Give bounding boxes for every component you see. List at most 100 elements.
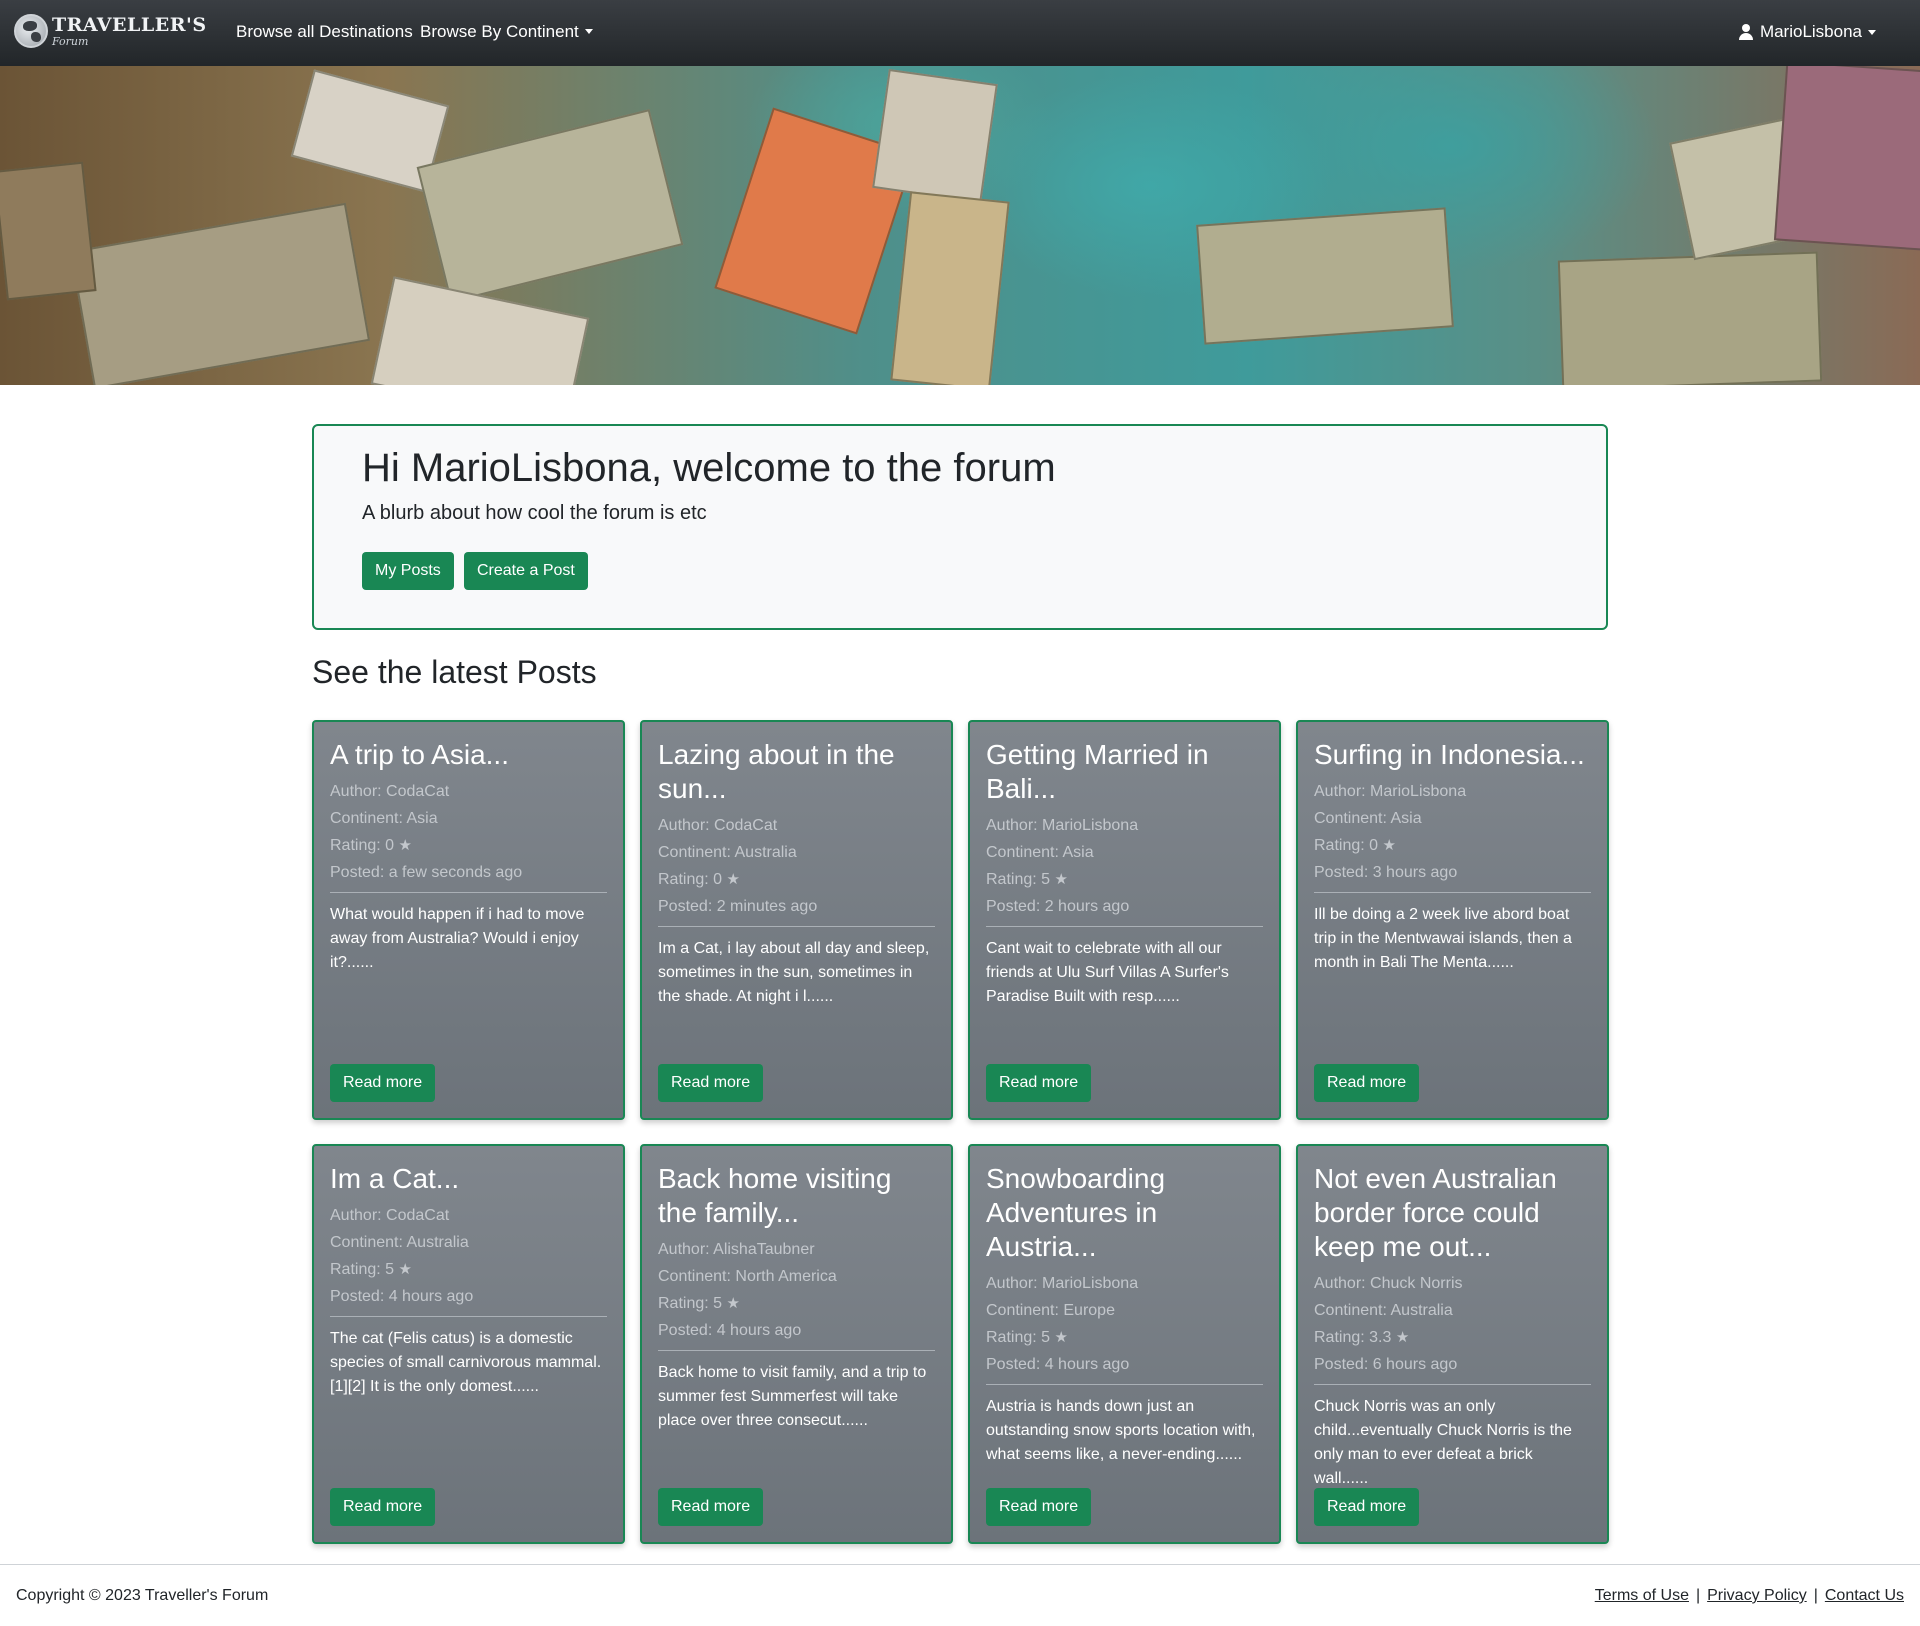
star-icon: ★ — [1054, 1329, 1068, 1346]
post-continent: Continent: Australia — [330, 1234, 469, 1251]
post-rating: Rating: 3.3 ★ — [1314, 1329, 1410, 1346]
user-icon — [1738, 24, 1753, 40]
read-more-button[interactable]: Read more — [986, 1064, 1092, 1102]
top-navbar: TRAVELLER'S Forum Browse all Destination… — [0, 0, 1920, 66]
post-author: Author: CodaCat — [658, 817, 778, 834]
post-continent: Continent: Europe — [986, 1302, 1115, 1319]
post-excerpt: Ill be doing a 2 week live abord boat tr… — [1314, 906, 1572, 971]
post-excerpt: Chuck Norris was an only child...eventua… — [1314, 1398, 1572, 1487]
nav-browse-by-continent-dropdown[interactable]: Browse By Continent — [420, 22, 593, 42]
post-posted-time: Posted: 4 hours ago — [986, 1356, 1130, 1373]
post-continent: Continent: North America — [658, 1268, 837, 1285]
chevron-down-icon — [584, 29, 593, 34]
post-excerpt: Austria is hands down just an outstandin… — [986, 1398, 1256, 1463]
card-divider — [330, 892, 607, 893]
post-continent: Continent: Asia — [986, 844, 1094, 861]
post-card: Lazing about in the sun... Author: CodaC… — [640, 720, 953, 1120]
read-more-button[interactable]: Read more — [330, 1488, 436, 1526]
post-excerpt: Im a Cat, i lay about all day and sleep,… — [658, 940, 930, 1005]
read-more-button[interactable]: Read more — [986, 1488, 1092, 1526]
page-footer: Copyright © 2023 Traveller's Forum Terms… — [0, 1564, 1920, 1626]
terms-of-use-link[interactable]: Terms of Use — [1595, 1587, 1689, 1604]
post-card: Not even Australian border force could k… — [1296, 1144, 1609, 1544]
read-more-button[interactable]: Read more — [1314, 1064, 1420, 1102]
privacy-policy-link[interactable]: Privacy Policy — [1707, 1587, 1807, 1604]
hero-decoration — [0, 161, 97, 301]
globe-logo-icon — [14, 14, 48, 48]
contact-us-link[interactable]: Contact Us — [1825, 1587, 1904, 1604]
card-divider — [658, 926, 935, 927]
my-posts-button[interactable]: My Posts — [362, 552, 454, 590]
post-rating: Rating: 5 ★ — [986, 871, 1068, 888]
read-more-button[interactable]: Read more — [658, 1064, 764, 1102]
brand-subtitle: Forum — [52, 34, 89, 48]
post-posted-time: Posted: 6 hours ago — [1314, 1356, 1458, 1373]
post-posted-time: Posted: 2 hours ago — [986, 898, 1130, 915]
create-post-button[interactable]: Create a Post — [464, 552, 588, 590]
post-author: Author: CodaCat — [330, 783, 450, 800]
post-excerpt: Back home to visit family, and a trip to… — [658, 1364, 927, 1429]
welcome-panel: Hi MarioLisbona, welcome to the forum A … — [312, 424, 1608, 630]
chevron-down-icon — [1868, 29, 1876, 35]
post-title: Not even Australian border force could k… — [1314, 1163, 1557, 1262]
post-author: Author: MarioLisbona — [1314, 783, 1467, 800]
post-excerpt: What would happen if i had to move away … — [330, 906, 585, 971]
post-card: Snowboarding Adventures in Austria... Au… — [968, 1144, 1281, 1544]
star-icon: ★ — [1054, 871, 1068, 888]
welcome-blurb: A blurb about how cool the forum is etc — [362, 502, 707, 524]
read-more-button[interactable]: Read more — [1314, 1488, 1420, 1526]
card-divider — [1314, 892, 1591, 893]
post-continent: Continent: Australia — [1314, 1302, 1453, 1319]
section-title: See the latest Posts — [312, 654, 597, 690]
post-title: Snowboarding Adventures in Austria... — [986, 1163, 1166, 1262]
welcome-title: Hi MarioLisbona, welcome to the forum — [362, 446, 1056, 490]
star-icon: ★ — [726, 1295, 740, 1312]
hero-banner-image — [0, 66, 1920, 385]
hero-decoration — [890, 191, 1010, 385]
brand-title: TRAVELLER'S — [52, 13, 207, 36]
post-author: Author: CodaCat — [330, 1207, 450, 1224]
post-continent: Continent: Australia — [658, 844, 797, 861]
post-rating: Rating: 0 ★ — [330, 837, 412, 854]
hero-decoration — [416, 109, 684, 303]
post-excerpt: The cat (Felis catus) is a domestic spec… — [330, 1330, 602, 1395]
hero-decoration — [1557, 251, 1823, 385]
post-posted-time: Posted: 2 minutes ago — [658, 898, 818, 915]
post-title: Back home visiting the family... — [658, 1163, 892, 1228]
post-rating: Rating: 0 ★ — [658, 871, 740, 888]
post-continent: Continent: Asia — [1314, 810, 1422, 827]
card-divider — [986, 1384, 1263, 1385]
card-divider — [330, 1316, 607, 1317]
hero-decoration — [1196, 207, 1454, 345]
card-divider — [658, 1350, 935, 1351]
hero-decoration — [872, 68, 998, 204]
nav-browse-all-destinations[interactable]: Browse all Destinations — [236, 22, 413, 42]
site-logo[interactable]: TRAVELLER'S Forum — [14, 14, 207, 48]
post-title: Getting Married in Bali... — [986, 739, 1209, 804]
star-icon: ★ — [1382, 837, 1396, 854]
post-rating: Rating: 5 ★ — [658, 1295, 740, 1312]
star-icon: ★ — [1395, 1329, 1410, 1346]
star-icon: ★ — [398, 837, 412, 854]
post-title: A trip to Asia... — [330, 739, 509, 770]
read-more-button[interactable]: Read more — [658, 1488, 764, 1526]
link-separator: | — [1695, 1587, 1701, 1604]
post-posted-time: Posted: a few seconds ago — [330, 864, 523, 881]
post-rating: Rating: 5 ★ — [986, 1329, 1068, 1346]
post-title: Lazing about in the sun... — [658, 739, 895, 804]
post-author: Author: MarioLisbona — [986, 817, 1139, 834]
post-author: Author: Chuck Norris — [1314, 1275, 1463, 1292]
nav-browse-by-continent-label: Browse By Continent — [420, 22, 579, 41]
link-separator: | — [1813, 1587, 1818, 1604]
read-more-button[interactable]: Read more — [330, 1064, 436, 1102]
post-card: Im a Cat... Author: CodaCat Continent: A… — [312, 1144, 625, 1544]
hero-decoration — [1773, 66, 1920, 252]
card-divider — [986, 926, 1263, 927]
post-card: Surfing in Indonesia... Author: MarioLis… — [1296, 720, 1609, 1120]
star-icon: ★ — [398, 1261, 412, 1278]
post-author: Author: MarioLisbona — [986, 1275, 1139, 1292]
post-rating: Rating: 5 ★ — [330, 1261, 412, 1278]
card-divider — [1314, 1384, 1591, 1385]
hero-decoration — [69, 202, 371, 385]
user-menu-dropdown[interactable]: MarioLisbona — [1738, 22, 1876, 42]
